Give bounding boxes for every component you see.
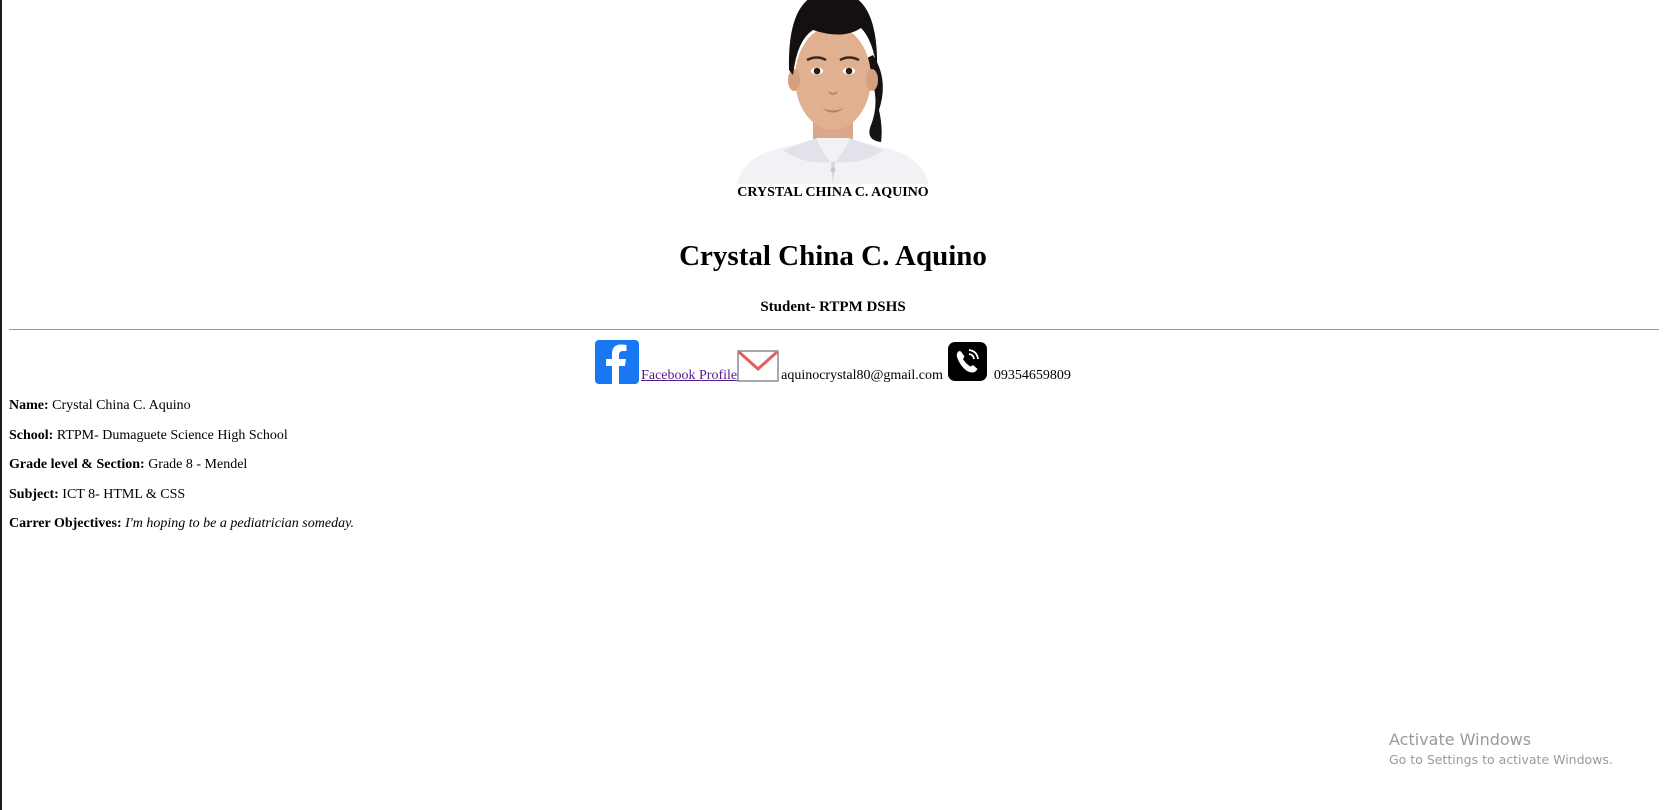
detail-school: School: RTPM- Dumaguete Science High Sch… [9,427,354,446]
mail-icon [737,350,779,382]
detail-value: ICT 8- HTML & CSS [58,486,186,502]
detail-value: RTPM- Dumaguete Science High School [53,427,288,443]
detail-grade-section: Grade level & Section: Grade 8 - Mendel [9,456,354,475]
detail-label: Subject: [9,486,59,502]
email-address: aquinocrystal80@gmail.com [781,368,943,383]
detail-label: Name: [9,398,49,413]
detail-name: Name: Crystal China C. Aquino [9,397,354,416]
window-left-border [0,0,2,810]
divider [9,329,1659,330]
profile-photo [733,0,933,184]
detail-career-objectives: Carrer Objectives: I'm hoping to be a pe… [9,515,354,534]
facebook-profile-label[interactable]: Facebook Profile [639,368,737,384]
profile-details: Name: Crystal China C. Aquino School: RT… [9,397,354,545]
detail-value: I'm hoping to be a pediatrician someday. [125,516,355,531]
detail-value: Crystal China C. Aquino [48,398,191,413]
detail-subject: Subject: ICT 8- HTML & CSS [9,486,354,505]
phone-contact: 09354659809 [943,342,1071,384]
activate-windows-watermark: Activate Windows Go to Settings to activ… [1389,729,1613,769]
detail-value: Grade 8 - Mendel [144,457,248,472]
detail-label: Grade level & Section: [9,457,145,472]
email-contact: aquinocrystal80@gmail.com [737,350,943,384]
watermark-title: Activate Windows [1389,730,1532,749]
phone-number: 09354659809 [993,368,1071,383]
facebook-profile-link[interactable]: Facebook Profile [595,340,737,384]
detail-label: Carrer Objectives: [9,516,122,531]
watermark-subtitle: Go to Settings to activate Windows. [1389,752,1613,767]
detail-label: School: [9,427,54,443]
phone-icon [947,342,987,381]
contact-row: Facebook Profile aquinocrystal80@gmail.c… [0,338,1666,384]
page-title: Crystal China C. Aquino [679,240,987,272]
facebook-icon [595,340,640,384]
photo-caption: CRYSTAL CHINA C. AQUINO [737,185,929,200]
page-subtitle: Student- RTPM DSHS [760,299,906,315]
